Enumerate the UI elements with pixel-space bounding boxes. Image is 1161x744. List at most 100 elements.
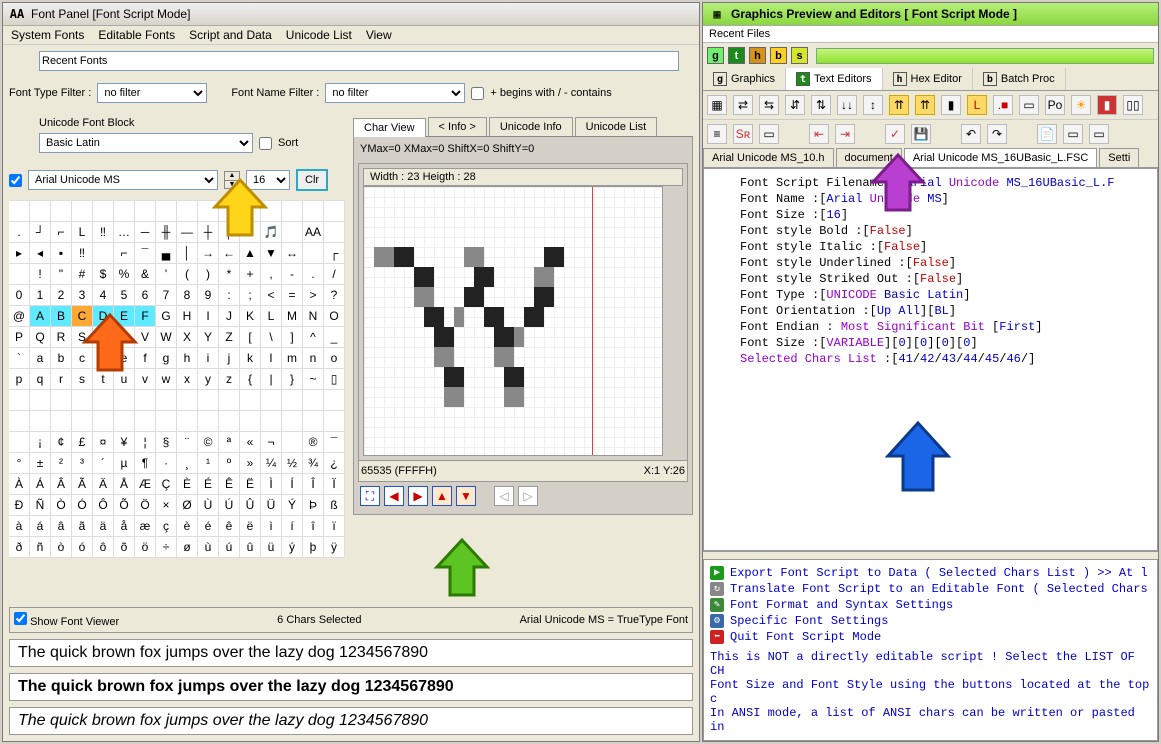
maintab-graphics[interactable]: gGraphics	[703, 68, 786, 90]
tb2-a-icon[interactable]: ≡	[707, 124, 727, 144]
glyph-cell[interactable]: D	[92, 305, 114, 327]
glyph-cell[interactable]	[9, 410, 30, 432]
glyph-cell[interactable]: 6	[134, 284, 156, 306]
glyph-cell[interactable]: r	[50, 368, 72, 390]
glyph-cell[interactable]: .	[302, 263, 324, 285]
glyph-cell[interactable]	[155, 200, 177, 222]
glyph-cell[interactable]: ñ	[29, 536, 51, 558]
tb-h5-icon[interactable]: ↓↓	[837, 95, 857, 115]
glyph-cell[interactable]: Ú	[218, 494, 240, 516]
action-link[interactable]: ✎Font Format and Syntax Settings	[710, 598, 1151, 612]
glyph-cell[interactable]: ¥	[113, 431, 135, 453]
tb2-box-icon[interactable]: ▭	[759, 124, 779, 144]
show-font-viewer-checkbox[interactable]	[14, 612, 27, 625]
glyph-cell[interactable]: Â	[50, 473, 72, 495]
glyph-cell[interactable]: F	[134, 305, 156, 327]
glyph-cell[interactable]	[281, 221, 303, 243]
glyph-cell[interactable]: l	[260, 347, 282, 369]
glyph-cell[interactable]: c	[71, 347, 93, 369]
maintab-batch-proc[interactable]: bBatch Proc	[973, 68, 1066, 90]
maintab-text-editors[interactable]: tText Editors	[786, 68, 882, 90]
glyph-cell[interactable]: á	[29, 515, 51, 537]
glyph-cell[interactable]	[9, 200, 30, 222]
glyph-cell[interactable]: ÷	[155, 536, 177, 558]
tb-l-icon[interactable]: L	[967, 95, 987, 115]
glyph-cell[interactable]: Ô	[92, 494, 114, 516]
glyph-cell[interactable]: \	[260, 326, 282, 348]
glyph-cell[interactable]: Ë	[239, 473, 261, 495]
glyph-cell[interactable]	[134, 200, 156, 222]
glyph-cell[interactable]: Ï	[323, 473, 345, 495]
glyph-cell[interactable]: │	[176, 242, 198, 264]
glyph-cell[interactable]: ð	[9, 536, 30, 558]
tb-red-icon[interactable]: ▮	[1097, 95, 1117, 115]
glyph-cell[interactable]: %	[113, 263, 135, 285]
glyph-cell[interactable]: #	[71, 263, 93, 285]
glyph-cell[interactable]: P	[9, 326, 30, 348]
glyph-cell[interactable]: (	[176, 263, 198, 285]
colortab-h[interactable]: h	[749, 47, 766, 64]
glyph-cell[interactable]: ©	[197, 431, 219, 453]
glyph-cell[interactable]	[218, 389, 240, 411]
glyph-cell[interactable]: N	[302, 305, 324, 327]
glyph-cell[interactable]: ─	[134, 221, 156, 243]
glyph-cell[interactable]: ï	[323, 515, 345, 537]
nav-home-icon[interactable]: ⛶	[360, 486, 380, 506]
glyph-cell[interactable]: ┘	[29, 221, 51, 243]
tb-h3-icon[interactable]: ⇵	[785, 95, 805, 115]
tab-unicode-info[interactable]: Unicode Info	[489, 117, 573, 136]
glyph-cell[interactable]: ç	[155, 515, 177, 537]
glyph-cell[interactable]: í	[281, 515, 303, 537]
glyph-cell[interactable]	[281, 410, 303, 432]
filetab[interactable]: Arial Unicode MS_16UBasic_L.FSC	[904, 148, 1097, 167]
glyph-cell[interactable]: ¹	[197, 452, 219, 474]
glyph-cell[interactable]: i	[197, 347, 219, 369]
tb2-redo-icon[interactable]: ↷	[987, 124, 1007, 144]
glyph-cell[interactable]: ¢	[50, 431, 72, 453]
glyph-cell[interactable]: ÿ	[323, 536, 345, 558]
tb-h2-icon[interactable]: ⇆	[759, 95, 779, 115]
glyph-cell[interactable]: Ð	[9, 494, 30, 516]
glyph-cell[interactable]: ª	[218, 431, 240, 453]
tb2-disk-icon[interactable]: 💾	[911, 124, 931, 144]
tb2-doc-icon[interactable]: 📄	[1037, 124, 1057, 144]
glyph-cell[interactable]: V	[134, 326, 156, 348]
glyph-cell[interactable]: |	[260, 368, 282, 390]
glyph-cell[interactable]: ë	[239, 515, 261, 537]
nav-down-icon[interactable]: ▼	[456, 486, 476, 506]
glyph-cell[interactable]	[302, 389, 324, 411]
glyph-cell[interactable]	[92, 200, 114, 222]
tb-dots-icon[interactable]: .■	[993, 95, 1013, 115]
glyph-cell[interactable]: 5	[113, 284, 135, 306]
glyph-cell[interactable]: -	[281, 263, 303, 285]
glyph-cell[interactable]: R	[50, 326, 72, 348]
glyph-cell[interactable]	[113, 389, 135, 411]
filetab[interactable]: document	[836, 148, 902, 167]
glyph-cell[interactable]: ô	[92, 536, 114, 558]
tb2-check-icon[interactable]: ✓	[885, 124, 905, 144]
glyph-cell[interactable]	[197, 389, 219, 411]
glyph-cell[interactable]	[281, 431, 303, 453]
glyph-cell[interactable]: Û	[239, 494, 261, 516]
glyph-cell[interactable]: s	[71, 368, 93, 390]
glyph-cell[interactable]: ®	[302, 431, 324, 453]
glyph-cell[interactable]: É	[197, 473, 219, 495]
glyph-cell[interactable]	[218, 200, 240, 222]
glyph-cell[interactable]: O	[323, 305, 345, 327]
glyph-cell[interactable]: T	[92, 326, 114, 348]
glyph-cell[interactable]	[71, 200, 93, 222]
glyph-cell[interactable]: =	[281, 284, 303, 306]
glyph-cell[interactable]	[239, 200, 261, 222]
glyph-cell[interactable]: ³	[71, 452, 93, 474]
filetab[interactable]: Setti	[1099, 148, 1139, 167]
glyph-cell[interactable]: C	[71, 305, 93, 327]
glyph-cell[interactable]	[323, 221, 345, 243]
unicode-block-select[interactable]: Basic Latin	[39, 133, 253, 153]
glyph-cell[interactable]: ±	[29, 452, 51, 474]
glyph-cell[interactable]: ê	[218, 515, 240, 537]
glyph-cell[interactable]: ┌	[323, 242, 345, 264]
glyph-cell[interactable]: £	[71, 431, 93, 453]
glyph-cell[interactable]: Ì	[260, 473, 282, 495]
font-enable-checkbox[interactable]	[9, 174, 22, 187]
tb-po-icon[interactable]: Po	[1045, 95, 1065, 115]
